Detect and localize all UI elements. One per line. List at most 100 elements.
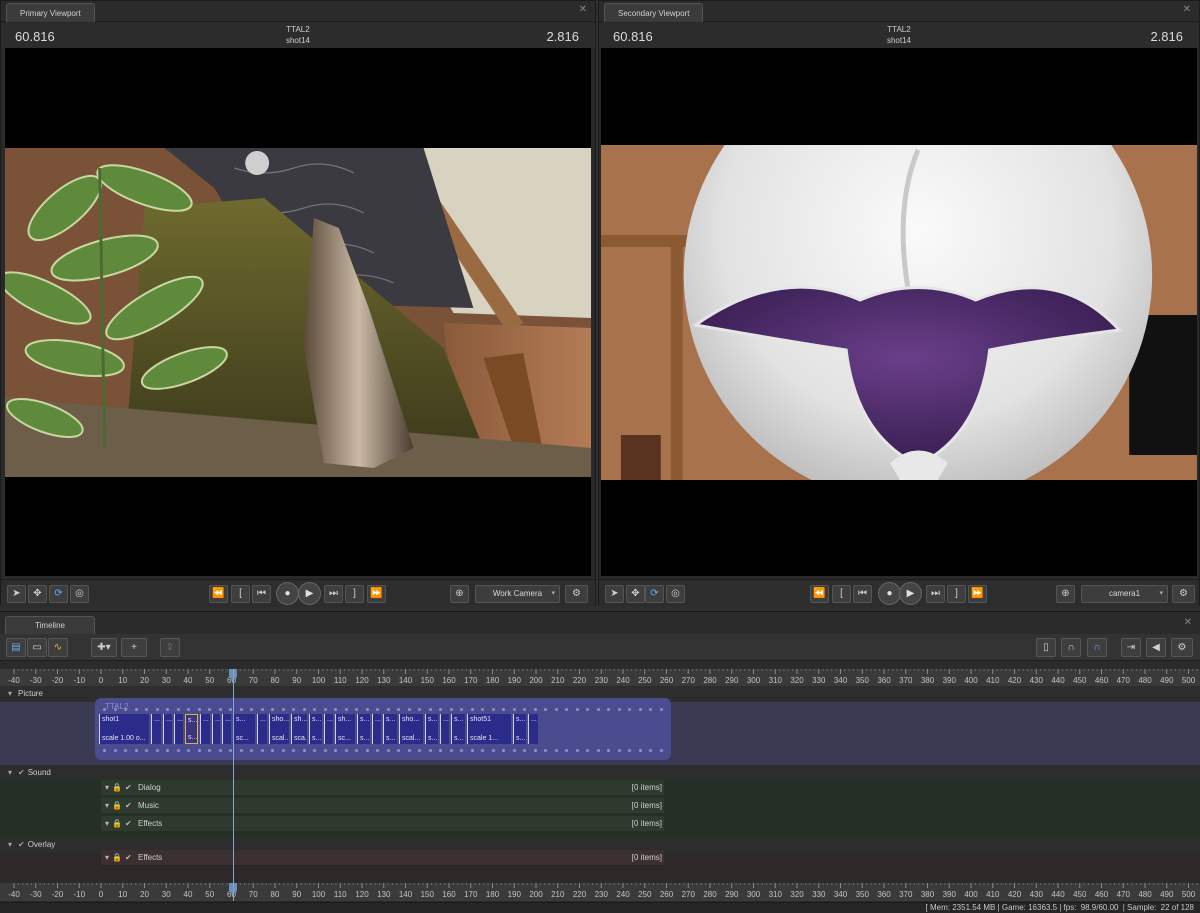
shot-clip[interactable]: s... s... bbox=[383, 714, 397, 744]
sound-subtrack-effects[interactable]: ▾🔒✔ Effects [0 items] bbox=[101, 816, 664, 832]
shot-clip[interactable]: s... s... bbox=[425, 714, 438, 744]
film-perforation bbox=[260, 749, 264, 752]
ruler-label: 100 bbox=[312, 890, 326, 899]
gear-icon[interactable]: ⚙ bbox=[565, 585, 588, 603]
shot-clip[interactable]: sho... scal... bbox=[269, 714, 289, 744]
motion-editor-icon[interactable]: ▭ bbox=[27, 638, 47, 657]
shot-clip[interactable]: ... bbox=[257, 714, 267, 744]
step-forward-icon[interactable]: ⏭ bbox=[324, 585, 343, 603]
shot-clip[interactable]: s... s... bbox=[357, 714, 370, 744]
shot-clip[interactable]: ... bbox=[440, 714, 449, 744]
sound-subtrack-music[interactable]: ▾🔒✔ Music [0 items] bbox=[101, 798, 664, 814]
move-tool-icon[interactable]: ✥ bbox=[28, 585, 47, 603]
shot-clip[interactable]: s... s... bbox=[185, 714, 198, 744]
select-tool-icon[interactable]: ➤ bbox=[605, 585, 624, 603]
jump-to-end-icon[interactable]: ⇥ bbox=[1121, 638, 1141, 657]
overlay-subtrack-effects[interactable]: ▾🔒✔ Effects [0 items] bbox=[101, 850, 664, 866]
shot-clip[interactable]: s... s... bbox=[309, 714, 322, 744]
sound-track-header[interactable]: ▾ ✔ Sound bbox=[0, 765, 1200, 781]
play-icon[interactable]: ▶ bbox=[298, 582, 321, 605]
subtrack-controls-icon[interactable]: ▾🔒✔ bbox=[105, 780, 135, 796]
mark-in-icon[interactable]: [ bbox=[231, 585, 250, 603]
playhead[interactable] bbox=[233, 669, 234, 901]
secondary-viewport-render[interactable] bbox=[601, 48, 1197, 576]
session-name: TTAL2 bbox=[286, 25, 310, 34]
shot-clip[interactable]: s... sc... bbox=[233, 714, 255, 744]
shot-clip[interactable]: sh... sc... bbox=[335, 714, 355, 744]
clip-editor-icon[interactable]: ▤ bbox=[6, 638, 26, 657]
shot-clip[interactable]: ... bbox=[324, 714, 333, 744]
camera-select[interactable]: Work Camera ▾ bbox=[475, 585, 560, 603]
mark-in-icon[interactable]: [ bbox=[832, 585, 851, 603]
step-back-icon[interactable]: ⏮ bbox=[853, 585, 872, 603]
subtrack-controls-icon[interactable]: ▾🔒✔ bbox=[105, 798, 135, 814]
add-track-icon[interactable]: + bbox=[121, 638, 147, 657]
record-icon[interactable]: ● bbox=[276, 582, 299, 605]
timeline-tab[interactable]: Timeline bbox=[5, 616, 95, 634]
play-icon[interactable]: ▶ bbox=[899, 582, 922, 605]
shot-clip[interactable]: s... s... bbox=[451, 714, 465, 744]
timeline-ruler-bottom[interactable]: -40 -30 -20 -10 0 10 20 30 40 50 60 70 80 90 100 110 120… bbox=[0, 883, 1200, 901]
ruler-label: 10 bbox=[118, 676, 127, 685]
clip-scale: sc... bbox=[338, 735, 351, 742]
record-icon[interactable]: ● bbox=[878, 582, 901, 605]
primary-viewport-header: 60.816 TTAL2 shot14 2.816 bbox=[1, 23, 595, 49]
step-back-icon[interactable]: ⏮ bbox=[252, 585, 271, 603]
fast-forward-end-icon[interactable]: ⏩ bbox=[968, 585, 987, 603]
mark-out-icon[interactable]: ] bbox=[947, 585, 966, 603]
close-icon[interactable]: ✕ bbox=[579, 4, 587, 15]
rewind-start-icon[interactable]: ⏪ bbox=[209, 585, 228, 603]
rotate-tool-icon[interactable]: ⟳ bbox=[645, 585, 664, 603]
ruler-label: -20 bbox=[52, 676, 64, 685]
shot-clip[interactable]: ... bbox=[528, 714, 538, 744]
lock-view-icon[interactable]: ▯ bbox=[1036, 638, 1056, 657]
shot-clip[interactable]: ... bbox=[212, 714, 220, 744]
subtrack-controls-icon[interactable]: ▾🔒✔ bbox=[105, 850, 135, 866]
magnet-icon[interactable]: ∩ bbox=[1087, 638, 1107, 657]
check-icon[interactable]: ✔ bbox=[18, 768, 25, 777]
mark-out-icon[interactable]: ] bbox=[345, 585, 364, 603]
clip-scale: s... bbox=[516, 735, 526, 742]
camera-select[interactable]: camera1 ▾ bbox=[1081, 585, 1168, 603]
film-perforation bbox=[344, 708, 348, 711]
primary-viewport-tab[interactable]: Primary Viewport bbox=[6, 3, 95, 22]
gear-icon[interactable]: ⚙ bbox=[1171, 638, 1193, 657]
shot-clip[interactable]: ... bbox=[222, 714, 231, 744]
snap-icon[interactable]: ∩ bbox=[1061, 638, 1081, 657]
upload-icon[interactable]: ⇪ bbox=[160, 638, 180, 657]
secondary-viewport-tab[interactable]: Secondary Viewport bbox=[604, 3, 704, 22]
close-icon[interactable]: ✕ bbox=[1184, 617, 1192, 628]
shot-clip[interactable]: shot51 scale 1... bbox=[467, 714, 511, 744]
move-tool-icon[interactable]: ✥ bbox=[626, 585, 645, 603]
shot-clip[interactable]: ... bbox=[200, 714, 210, 744]
select-tool-icon[interactable]: ➤ bbox=[7, 585, 26, 603]
pivot-tool-icon[interactable]: ◎ bbox=[666, 585, 685, 603]
gear-icon[interactable]: ⚙ bbox=[1172, 585, 1195, 603]
shot-clip[interactable]: shot1 scale 1.00 o... bbox=[99, 714, 149, 744]
check-icon[interactable]: ✔ bbox=[18, 840, 25, 849]
shot-clip[interactable]: ... bbox=[174, 714, 183, 744]
primary-viewport-render[interactable] bbox=[5, 48, 591, 576]
crosshair-icon[interactable]: ⊕ bbox=[1056, 585, 1075, 603]
shot-clip[interactable]: ... bbox=[372, 714, 381, 744]
graph-editor-icon[interactable]: ∿ bbox=[48, 638, 68, 657]
speaker-icon[interactable]: ◀ bbox=[1146, 638, 1166, 657]
close-icon[interactable]: ✕ bbox=[1183, 4, 1191, 15]
rotate-tool-icon[interactable]: ⟳ bbox=[49, 585, 68, 603]
shot-clip[interactable]: ... bbox=[151, 714, 161, 744]
ruler-label: 370 bbox=[899, 676, 913, 685]
shot-clip[interactable]: s... s... bbox=[513, 714, 526, 744]
pivot-tool-icon[interactable]: ◎ bbox=[70, 585, 89, 603]
fast-forward-end-icon[interactable]: ⏩ bbox=[367, 585, 386, 603]
add-clip-icon[interactable]: ✚▾ bbox=[91, 638, 117, 657]
rewind-start-icon[interactable]: ⏪ bbox=[810, 585, 829, 603]
subtrack-controls-icon[interactable]: ▾🔒✔ bbox=[105, 816, 135, 832]
film-clip[interactable]: TTAL2 shot1 scale 1.00 o............ s... s… bbox=[95, 698, 671, 760]
shot-clip[interactable]: ... bbox=[163, 714, 172, 744]
timeline-ruler-top[interactable]: -40 -30 -20 -10 0 10 20 30 40 50 60 70 80 90 100 110 120… bbox=[0, 669, 1200, 687]
step-forward-icon[interactable]: ⏭ bbox=[926, 585, 945, 603]
shot-clip[interactable]: sh... sca... bbox=[291, 714, 307, 744]
crosshair-icon[interactable]: ⊕ bbox=[450, 585, 469, 603]
sound-subtrack-dialog[interactable]: ▾🔒✔ Dialog [0 items] bbox=[101, 780, 664, 796]
shot-clip[interactable]: sho... scal... bbox=[399, 714, 423, 744]
